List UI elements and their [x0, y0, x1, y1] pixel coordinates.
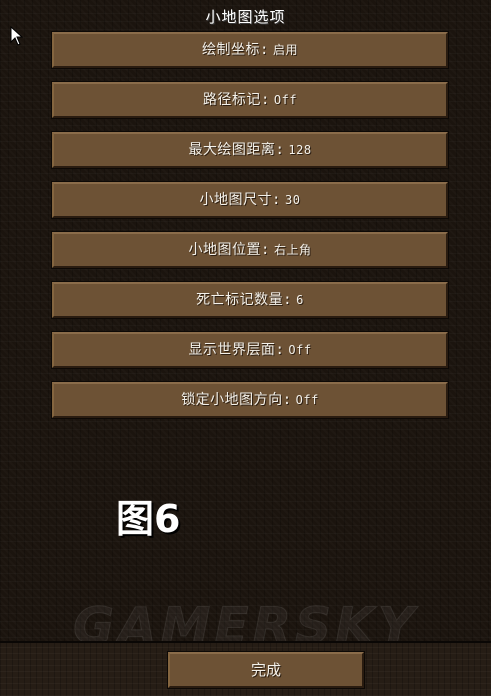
minimap-position-button[interactable]: 小地图位置: 右上角	[51, 231, 449, 269]
option-value: 30	[284, 193, 301, 207]
option-value: 启用	[272, 43, 298, 57]
option-label: 小地图尺寸	[199, 192, 273, 208]
options-list: 绘制坐标: 启用 路径标记: Off 最大绘图距离: 128 小地图尺寸: 30 小地图…	[51, 31, 449, 432]
option-value: Off	[273, 93, 298, 107]
option-separator: :	[272, 192, 281, 208]
option-label: 小地图位置	[188, 242, 262, 258]
option-label: 显示世界层面	[188, 342, 276, 358]
option-value: 128	[288, 143, 312, 157]
minimap-options-screen: 小地图选项 绘制坐标: 启用 路径标记: Off 最大绘图距离: 128 小地图尺寸:…	[0, 0, 491, 696]
option-value: 6	[296, 293, 304, 307]
option-value: Off	[288, 343, 312, 357]
max-draw-distance-button[interactable]: 最大绘图距离: 128	[51, 131, 449, 169]
path-markers-button[interactable]: 路径标记: Off	[51, 81, 449, 119]
death-marker-count-button[interactable]: 死亡标记数量: 6	[51, 281, 449, 319]
option-label: 死亡标记数量	[196, 292, 284, 308]
option-separator: :	[275, 342, 285, 358]
option-label: 最大绘图距离	[188, 142, 276, 158]
option-label: 绘制坐标	[202, 42, 261, 58]
option-label: 锁定小地图方向	[181, 392, 283, 408]
lock-minimap-orientation-button[interactable]: 锁定小地图方向: Off	[51, 381, 449, 419]
screen-title: 小地图选项	[205, 8, 286, 26]
option-separator: :	[260, 92, 270, 108]
show-world-level-button[interactable]: 显示世界层面: Off	[51, 331, 449, 369]
option-separator: :	[282, 392, 292, 408]
minimap-size-button[interactable]: 小地图尺寸: 30	[51, 181, 449, 219]
option-value: Off	[295, 393, 319, 407]
option-value: 右上角	[273, 243, 312, 257]
option-separator: :	[261, 242, 270, 258]
arrow-cursor-icon	[10, 26, 24, 46]
option-label: 路径标记	[202, 92, 261, 108]
option-separator: :	[275, 142, 285, 158]
option-separator: :	[260, 42, 269, 58]
option-separator: :	[283, 292, 293, 308]
done-button[interactable]: 完成	[167, 651, 365, 689]
draw-coordinates-button[interactable]: 绘制坐标: 启用	[51, 31, 449, 69]
figure-label: 图6	[116, 497, 181, 541]
